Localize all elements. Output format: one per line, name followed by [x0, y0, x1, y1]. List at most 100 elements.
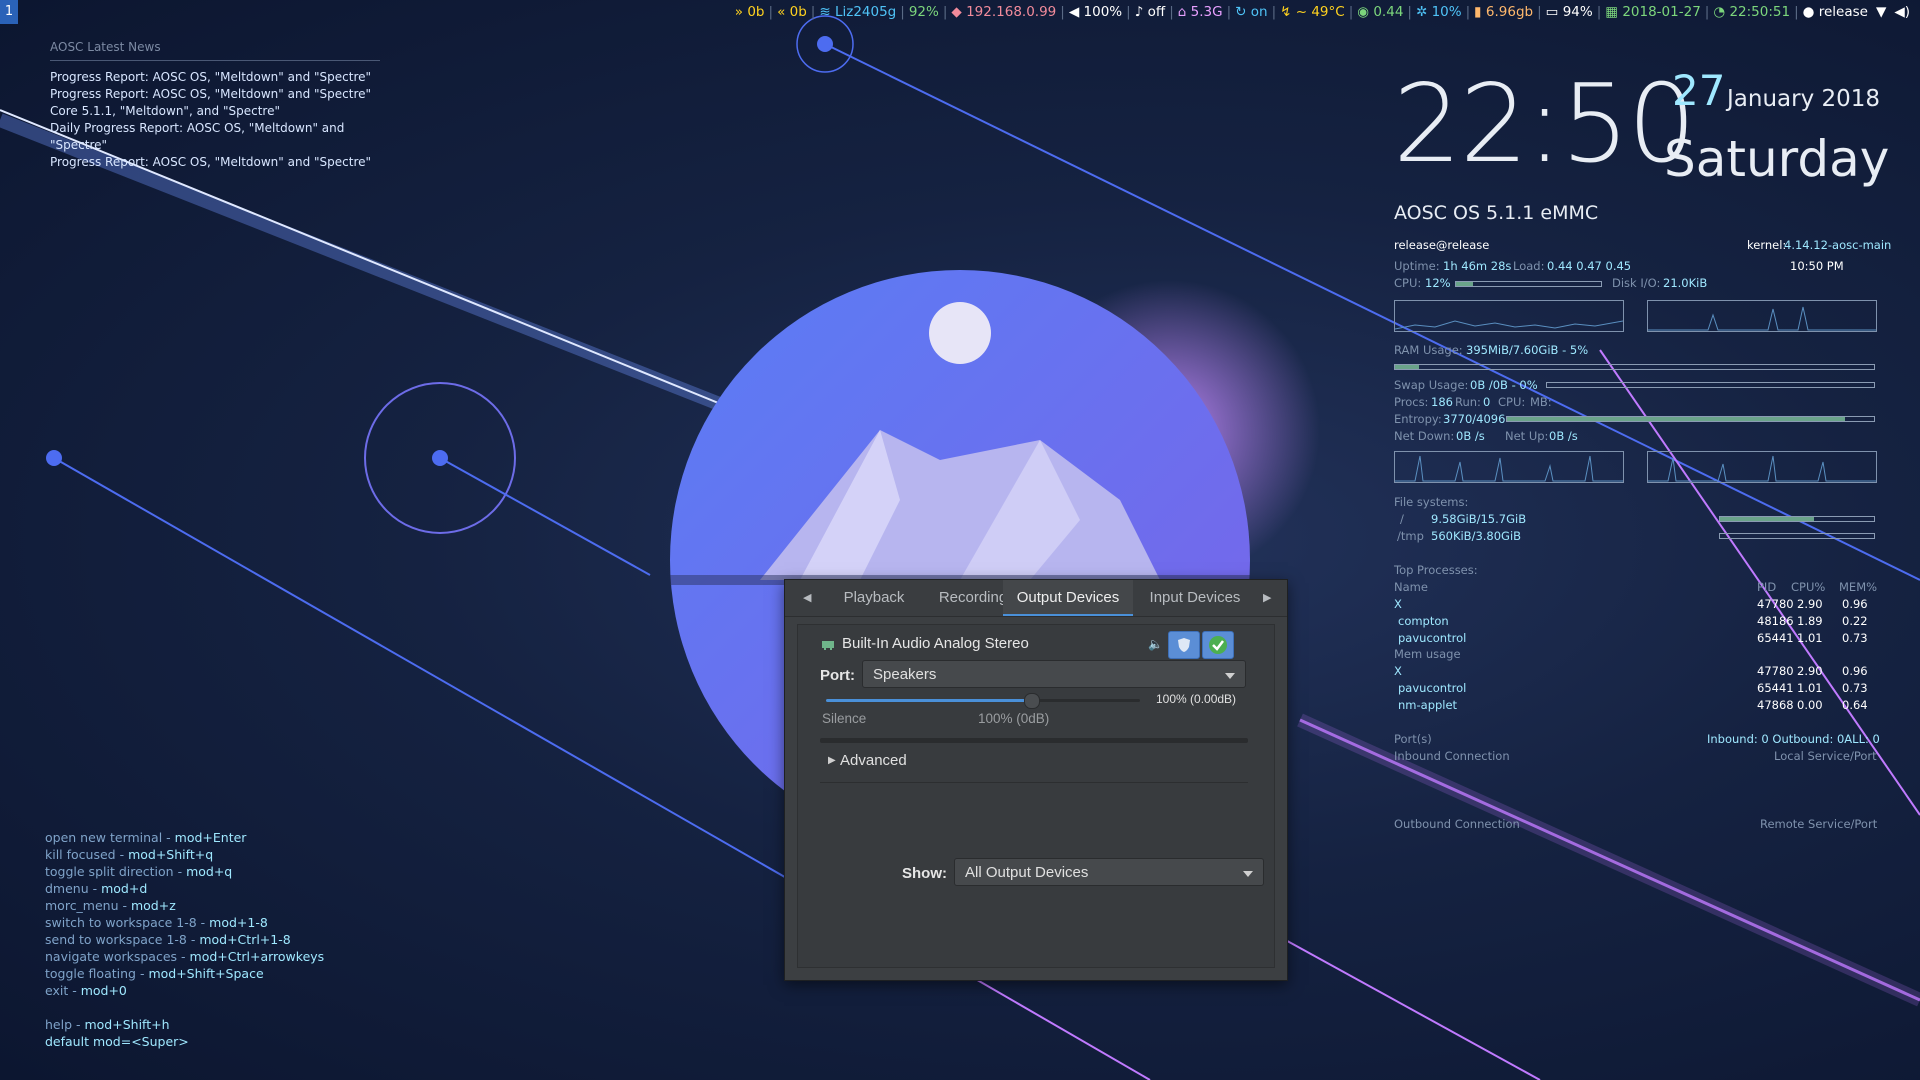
advanced-expander[interactable]: Advanced: [840, 752, 907, 769]
news-item[interactable]: Daily Progress Report: AOSC OS, "Meltdow…: [50, 120, 380, 154]
process-name: pavucontrol: [1398, 631, 1467, 645]
col-mem: MEM%: [1839, 580, 1878, 594]
status-item[interactable]: ▭ 94%: [1542, 0, 1597, 24]
divider: [820, 782, 1248, 783]
level-meter: [820, 738, 1248, 743]
show-dropdown[interactable]: All Output Devices: [954, 858, 1264, 886]
news-widget: AOSC Latest News Progress Report: AOSC O…: [50, 40, 380, 171]
lock-channels-button[interactable]: [1168, 631, 1200, 659]
status-item[interactable]: ▮ 6.96gb: [1470, 0, 1537, 24]
expander-arrow-icon[interactable]: ▶: [828, 755, 836, 766]
uptime-value: 1h 46m 28s: [1443, 259, 1512, 273]
status-item-text: 94%: [1562, 4, 1593, 20]
status-item[interactable]: ↻ on: [1231, 0, 1271, 24]
tab-output-devices[interactable]: Output Devices: [1003, 580, 1133, 616]
status-item[interactable]: ● release: [1799, 0, 1872, 24]
tag-icon: ◆: [951, 4, 967, 20]
pavucontrol-window: ◀ Playback Recording Output Devices Inpu…: [784, 579, 1288, 981]
keybind-label: dmenu -: [45, 881, 102, 896]
swap-label: Swap Usage:: [1394, 378, 1469, 392]
kernel-label: kernel:: [1747, 238, 1787, 252]
keybind-key: mod+0: [80, 983, 127, 998]
diskio-value: 21.0KiB: [1663, 276, 1708, 290]
process-pid: 48186: [1757, 614, 1794, 628]
output-device-panel: Built-In Audio Analog Stereo 🔈 Port: Spe…: [797, 624, 1275, 968]
keybind-label: toggle floating -: [45, 966, 149, 981]
status-item-text: 10%: [1431, 4, 1462, 20]
keybind-row: open new terminal - mod+Enter: [45, 829, 324, 846]
keybind-key: mod+Ctrl+arrowkeys: [189, 949, 325, 964]
top-bar: 1 » 0b | « 0b | ≋ Liz2405g | 92% | ◆ 192.168.0.9…: [0, 0, 1920, 24]
ram-label: RAM Usage:: [1394, 343, 1463, 357]
device-name: Built-In Audio Analog Stereo: [842, 635, 1029, 652]
status-item-text: ~ 49°C: [1295, 4, 1345, 20]
set-default-button[interactable]: [1202, 631, 1234, 659]
status-item[interactable]: ◔ 22:50:51: [1709, 0, 1794, 24]
keybind-key: mod+d: [101, 881, 148, 896]
port-dropdown[interactable]: Speakers: [862, 660, 1246, 688]
tab-input-devices[interactable]: Input Devices: [1135, 580, 1255, 616]
port-value: Speakers: [873, 666, 937, 683]
status-item[interactable]: ≋ Liz2405g: [815, 0, 900, 24]
mem-usage-label: Mem usage: [1394, 647, 1461, 661]
status-item[interactable]: ▦ 2018-01-27: [1601, 0, 1705, 24]
keybind-label: help -: [45, 1017, 85, 1032]
keybind-key: mod+Enter: [174, 830, 247, 845]
tab-scroll-right-icon[interactable]: ▶: [1263, 580, 1271, 616]
swap-bar: [1546, 382, 1875, 388]
process-mem: 0.96: [1842, 597, 1868, 611]
status-item-text: release: [1818, 4, 1868, 20]
news-item[interactable]: Progress Report: AOSC OS, "Meltdown" and…: [50, 86, 380, 103]
status-item[interactable]: ♪ off: [1131, 0, 1169, 24]
volume-slider[interactable]: [826, 693, 1140, 709]
status-item[interactable]: « 0b: [773, 0, 811, 24]
tab-scroll-left-icon[interactable]: ◀: [803, 580, 811, 616]
status-item[interactable]: ↯ ~ 49°C: [1276, 0, 1349, 24]
process-cpu: 0.00: [1797, 698, 1823, 712]
kernel-value: 4.14.12-aosc-main: [1784, 238, 1892, 252]
status-item-text: 192.168.0.99: [966, 4, 1057, 20]
keybind-label: toggle split direction -: [45, 864, 187, 879]
netup-graph: [1647, 451, 1877, 483]
load-value: 0.44 0.47 0.45: [1547, 259, 1632, 273]
status-item-text: 0b: [747, 4, 765, 20]
status-item[interactable]: ◉ 0.44: [1353, 0, 1407, 24]
sound-card-icon: [822, 641, 834, 650]
top-processes-label: Top Processes:: [1394, 563, 1478, 577]
process-cpu: 2.90: [1797, 597, 1823, 611]
col-pid: PID: [1757, 580, 1777, 594]
show-label: Show:: [902, 865, 947, 882]
keybind-row: morc_menu - mod+z: [45, 897, 324, 914]
wifi-tray-icon[interactable]: ▼: [1872, 0, 1890, 24]
keybind-label: kill focused -: [45, 847, 129, 862]
cpu-label: CPU:: [1394, 276, 1422, 290]
tab-playback[interactable]: Playback: [823, 580, 925, 616]
status-item-text: 6.96gb: [1485, 4, 1534, 20]
download-icon: »: [734, 4, 748, 20]
news-item[interactable]: Progress Report: AOSC OS, "Meltdown" and…: [50, 154, 380, 171]
mute-speaker-icon[interactable]: 🔈: [1148, 637, 1163, 651]
cpu-bar: [1455, 281, 1602, 287]
keybind-row: dmenu - mod+d: [45, 880, 324, 897]
status-item[interactable]: ✲ 10%: [1412, 0, 1466, 24]
keybind-key: mod+Shift+h: [84, 1017, 170, 1032]
status-item[interactable]: » 0b: [731, 0, 769, 24]
news-item[interactable]: Progress Report: AOSC OS, "Meltdown" and…: [50, 69, 380, 86]
process-cpu: 1.01: [1797, 631, 1823, 645]
clock-time: 22:50: [1393, 62, 1696, 187]
status-item[interactable]: ◆ 192.168.0.99: [947, 0, 1060, 24]
keybind-label: navigate workspaces -: [45, 949, 190, 964]
entropy-value: 3770/4096: [1443, 412, 1506, 426]
status-item[interactable]: ⌂ 5.3G: [1174, 0, 1227, 24]
volume-knob[interactable]: [1024, 693, 1041, 709]
status-item[interactable]: ◀ 100%: [1065, 0, 1126, 24]
procs-label: Procs:: [1394, 395, 1429, 409]
volume-tray-icon[interactable]: ◀): [1890, 0, 1914, 24]
process-pid: 47780: [1757, 664, 1794, 678]
status-item-text: 22:50:51: [1729, 4, 1791, 20]
status-item[interactable]: 92%: [905, 0, 943, 24]
workspace-button[interactable]: 1: [0, 0, 18, 24]
fs-tmp-bar: [1719, 533, 1875, 539]
news-item[interactable]: Core 5.1.1, "Meltdown", and "Spectre": [50, 103, 380, 120]
fs-label: File systems:: [1394, 495, 1469, 509]
